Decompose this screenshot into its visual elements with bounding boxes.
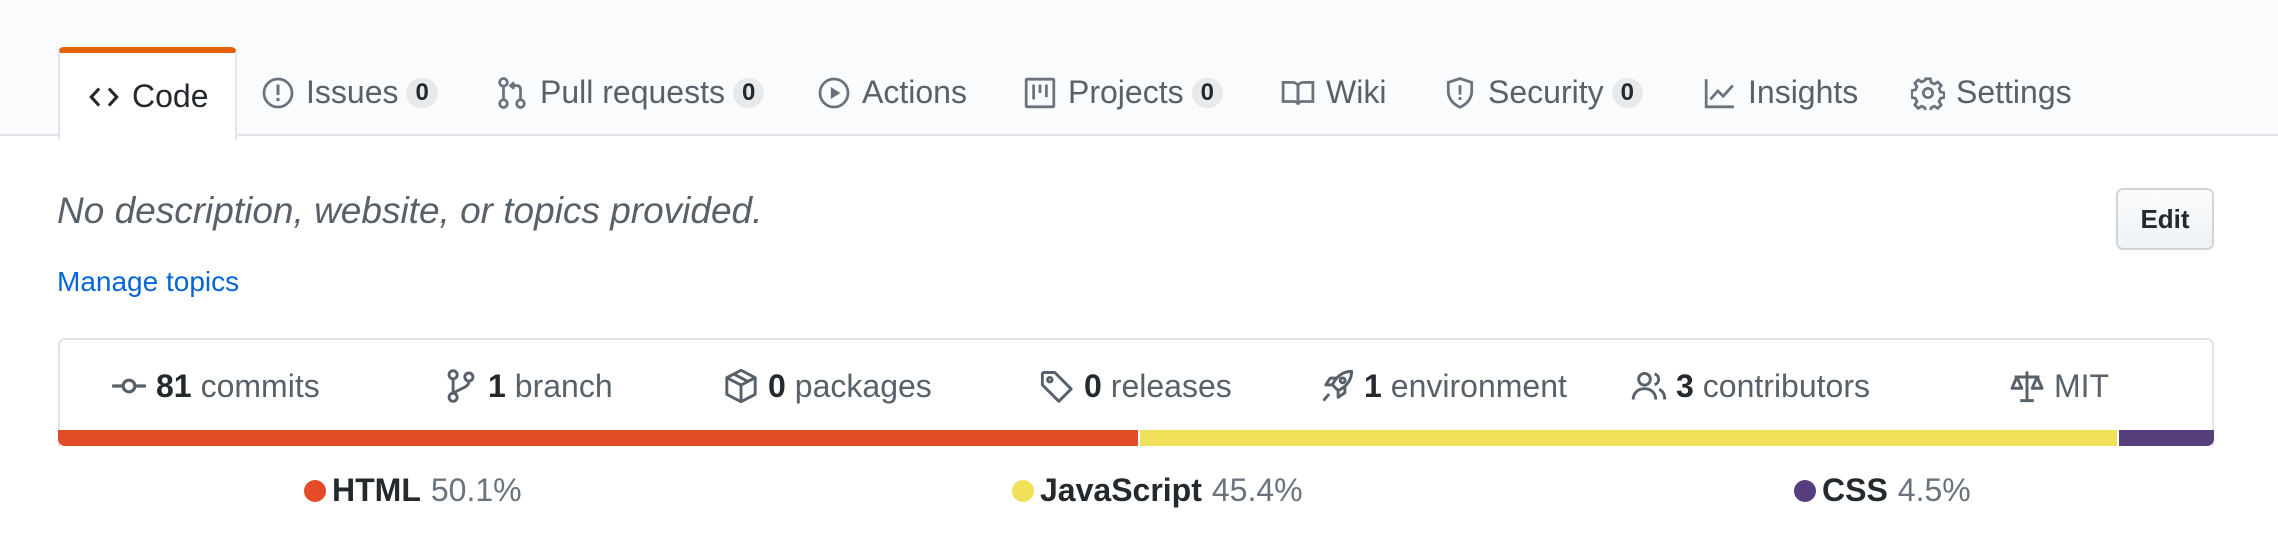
tab-security[interactable]: Security 0 <box>1442 47 1643 138</box>
stat-packages-count: 0 <box>768 367 786 404</box>
stat-environments[interactable]: 1 environment <box>1318 340 1567 432</box>
tab-settings[interactable]: Settings <box>1910 47 2072 138</box>
stat-commits-label: commits <box>200 367 320 404</box>
language-name: CSS <box>1822 472 1888 508</box>
stat-releases-count: 0 <box>1084 367 1102 404</box>
stat-commits[interactable]: 81 commits <box>110 340 320 432</box>
language-color-dot <box>1012 479 1034 502</box>
stat-environments-label: environment <box>1390 367 1567 404</box>
tab-pull-requests[interactable]: Pull requests 0 <box>494 47 765 138</box>
tab-wiki[interactable]: Wiki <box>1280 47 1386 138</box>
stat-releases[interactable]: 0 releases <box>1038 340 1232 432</box>
issue-icon <box>260 75 296 111</box>
tab-actions[interactable]: Actions <box>816 47 967 138</box>
shield-icon <box>1442 75 1478 111</box>
stat-license[interactable]: MIT <box>2008 340 2109 432</box>
tab-code-label: Code <box>132 78 209 114</box>
tab-projects-label: Projects <box>1068 74 1184 110</box>
language-javascript[interactable]: JavaScript 45.4% <box>1012 472 1303 509</box>
language-color-dot <box>304 479 326 502</box>
play-icon <box>816 75 852 111</box>
language-name: HTML <box>332 472 421 508</box>
tab-security-label: Security <box>1488 74 1604 110</box>
stat-environments-count: 1 <box>1364 367 1382 404</box>
language-name: JavaScript <box>1040 472 1202 508</box>
language-percent: 45.4% <box>1211 472 1303 508</box>
package-icon <box>722 367 760 405</box>
stat-commits-count: 81 <box>156 367 192 404</box>
language-css[interactable]: CSS 4.5% <box>1794 472 1971 509</box>
repo-nav-tabs: Code Issues 0 Pull requests 0 Actions Pr… <box>0 0 2278 140</box>
tab-security-counter: 0 <box>1611 77 1643 108</box>
language-bar-segment-css <box>2116 430 2214 446</box>
stat-packages[interactable]: 0 packages <box>722 340 932 432</box>
tab-code[interactable]: Code <box>58 47 237 140</box>
code-icon <box>86 79 122 115</box>
edit-button[interactable]: Edit <box>2116 188 2214 250</box>
commit-icon <box>110 367 148 405</box>
pull-request-icon <box>494 75 530 111</box>
tab-actions-label: Actions <box>862 74 967 110</box>
tag-icon <box>1038 367 1076 405</box>
tab-projects[interactable]: Projects 0 <box>1022 47 1223 138</box>
tab-wiki-label: Wiki <box>1326 74 1387 110</box>
language-bar-segment-javascript <box>1138 430 2117 446</box>
language-color-dot <box>1794 479 1816 502</box>
manage-topics-link[interactable]: Manage topics <box>57 266 239 298</box>
project-icon <box>1022 75 1058 111</box>
stat-packages-label: packages <box>794 367 932 404</box>
branch-icon <box>442 367 480 405</box>
language-percent: 4.5% <box>1897 472 1971 508</box>
repo-description: No description, website, or topics provi… <box>57 190 763 231</box>
people-icon <box>1630 367 1668 405</box>
rocket-icon <box>1318 367 1356 405</box>
stat-branches[interactable]: 1 branch <box>442 340 613 432</box>
stat-contributors[interactable]: 3 contributors <box>1630 340 1870 432</box>
stat-branches-count: 1 <box>488 367 506 404</box>
gear-icon <box>1910 75 1946 111</box>
tab-insights[interactable]: Insights <box>1702 47 1858 138</box>
language-bar-segment-html <box>58 430 1139 446</box>
language-html[interactable]: HTML 50.1% <box>304 472 522 509</box>
tab-issues[interactable]: Issues 0 <box>260 47 438 138</box>
language-bar[interactable] <box>58 430 2214 446</box>
tab-pull-requests-label: Pull requests <box>540 74 725 110</box>
tab-projects-counter: 0 <box>1191 77 1223 108</box>
stat-contributors-count: 3 <box>1676 367 1694 404</box>
stat-releases-label: releases <box>1110 367 1232 404</box>
stat-contributors-label: contributors <box>1702 367 1870 404</box>
tab-issues-counter: 0 <box>406 77 438 108</box>
tab-issues-label: Issues <box>306 74 399 110</box>
stat-branches-label: branch <box>514 367 613 404</box>
tab-settings-label: Settings <box>1956 74 2072 110</box>
language-percent: 50.1% <box>430 472 522 508</box>
stat-license-label: MIT <box>2054 367 2110 404</box>
law-icon <box>2008 367 2046 405</box>
graph-icon <box>1702 75 1738 111</box>
tab-insights-label: Insights <box>1748 74 1859 110</box>
book-icon <box>1280 75 1316 111</box>
tab-pull-requests-counter: 0 <box>732 77 765 108</box>
